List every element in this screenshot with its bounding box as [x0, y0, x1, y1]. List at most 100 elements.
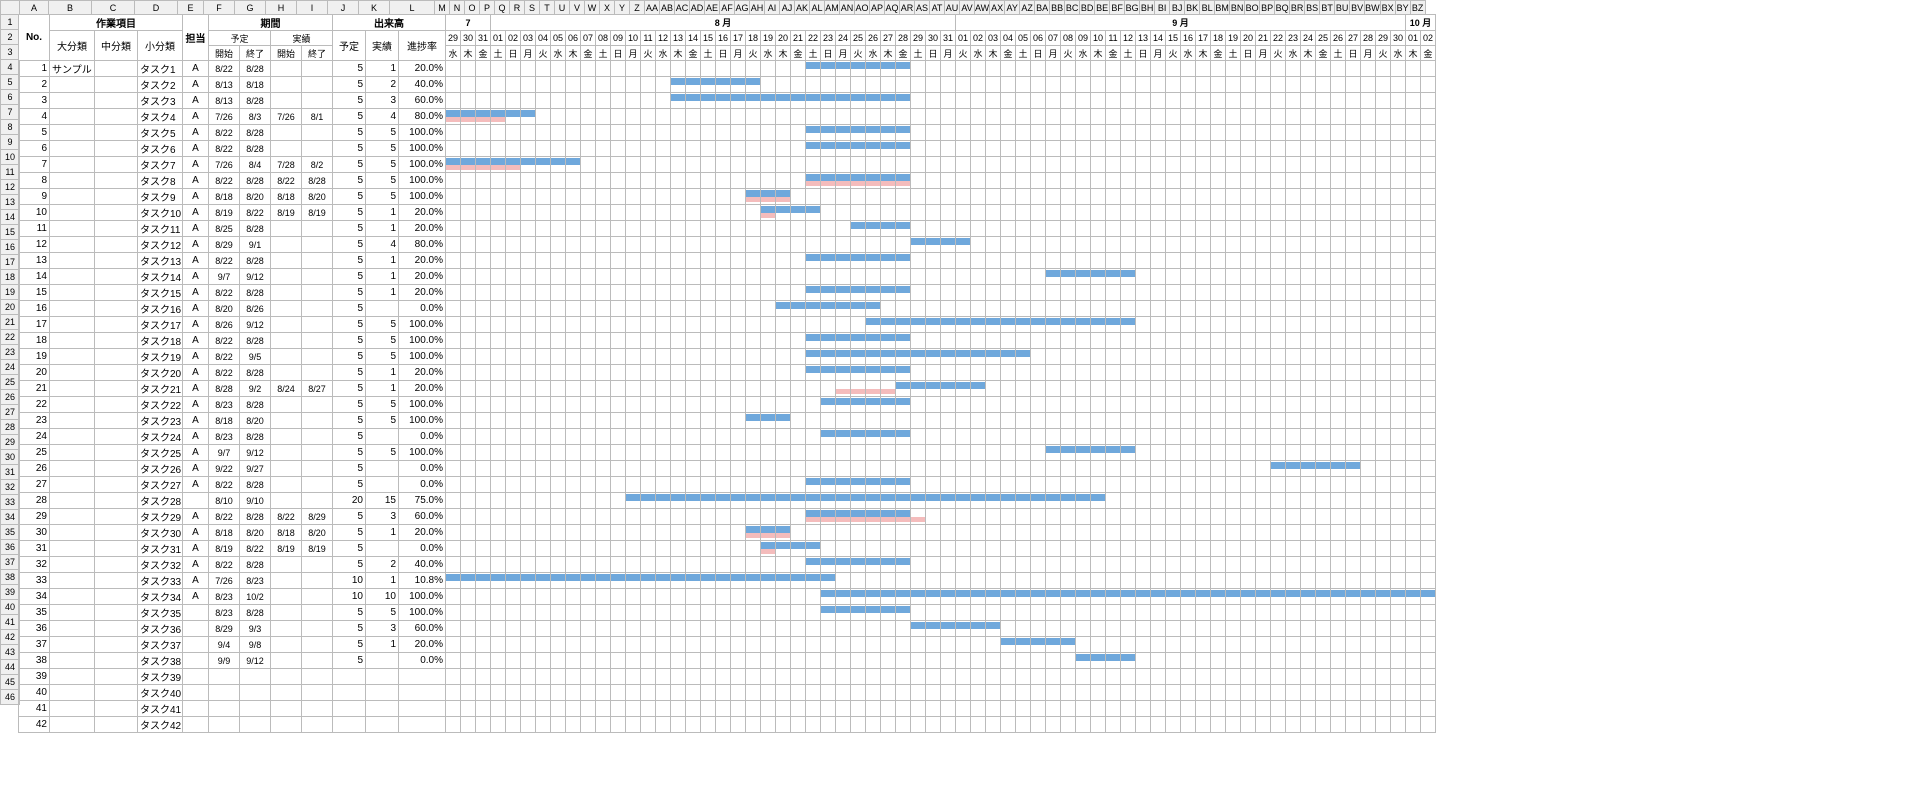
- gantt-cell[interactable]: [446, 701, 461, 717]
- gantt-cell[interactable]: [536, 237, 551, 253]
- gantt-cell[interactable]: [896, 381, 911, 397]
- gantt-cell[interactable]: [1211, 93, 1226, 109]
- gantt-cell[interactable]: [1421, 285, 1436, 301]
- gantt-cell[interactable]: [671, 157, 686, 173]
- gantt-cell[interactable]: [911, 525, 926, 541]
- gantt-cell[interactable]: [1061, 125, 1076, 141]
- gantt-cell[interactable]: [716, 61, 731, 77]
- gantt-cell[interactable]: [1106, 173, 1121, 189]
- gantt-cell[interactable]: [1376, 445, 1391, 461]
- gantt-cell[interactable]: [1091, 637, 1106, 653]
- gantt-cell[interactable]: [1091, 285, 1106, 301]
- cell[interactable]: 5: [366, 317, 399, 333]
- gantt-cell[interactable]: [1271, 701, 1286, 717]
- cell[interactable]: [95, 333, 138, 349]
- gantt-cell[interactable]: [1331, 77, 1346, 93]
- gantt-cell[interactable]: [986, 237, 1001, 253]
- gantt-cell[interactable]: [791, 557, 806, 573]
- gantt-cell[interactable]: [986, 397, 1001, 413]
- gantt-cell[interactable]: [1241, 141, 1256, 157]
- gantt-cell[interactable]: [731, 525, 746, 541]
- gantt-cell[interactable]: [461, 93, 476, 109]
- gantt-cell[interactable]: [701, 429, 716, 445]
- gantt-cell[interactable]: [1151, 525, 1166, 541]
- gantt-cell[interactable]: [971, 509, 986, 525]
- gantt-cell[interactable]: [866, 285, 881, 301]
- cell[interactable]: [271, 61, 302, 77]
- gantt-cell[interactable]: [926, 573, 941, 589]
- gantt-cell[interactable]: [1121, 365, 1136, 381]
- task-row[interactable]: 6タスク6A8/228/2855100.0%: [19, 141, 1436, 157]
- gantt-cell[interactable]: [581, 717, 596, 733]
- cell[interactable]: [95, 413, 138, 429]
- gantt-cell[interactable]: [1121, 525, 1136, 541]
- cell[interactable]: 8/22: [209, 141, 240, 157]
- gantt-cell[interactable]: [971, 141, 986, 157]
- gantt-cell[interactable]: [821, 253, 836, 269]
- cell[interactable]: 8: [19, 173, 50, 189]
- gantt-cell[interactable]: [1016, 237, 1031, 253]
- gantt-cell[interactable]: [1316, 413, 1331, 429]
- gantt-cell[interactable]: [821, 445, 836, 461]
- gantt-cell[interactable]: [1361, 349, 1376, 365]
- gantt-cell[interactable]: [821, 237, 836, 253]
- gantt-cell[interactable]: [866, 157, 881, 173]
- cell[interactable]: 60.0%: [399, 621, 446, 637]
- gantt-cell[interactable]: [626, 397, 641, 413]
- gantt-cell[interactable]: [1331, 637, 1346, 653]
- gantt-cell[interactable]: [1226, 413, 1241, 429]
- cell[interactable]: 8/28: [240, 285, 271, 301]
- gantt-cell[interactable]: [1151, 493, 1166, 509]
- cell[interactable]: 8/23: [209, 589, 240, 605]
- cell[interactable]: [271, 557, 302, 573]
- gantt-cell[interactable]: [1226, 61, 1241, 77]
- gantt-cell[interactable]: [1091, 429, 1106, 445]
- gantt-cell[interactable]: [731, 301, 746, 317]
- gantt-cell[interactable]: [806, 429, 821, 445]
- cell[interactable]: 8/19: [271, 205, 302, 221]
- gantt-cell[interactable]: [581, 477, 596, 493]
- gantt-cell[interactable]: [491, 125, 506, 141]
- gantt-cell[interactable]: [566, 397, 581, 413]
- gantt-cell[interactable]: [1031, 349, 1046, 365]
- gantt-cell[interactable]: [506, 445, 521, 461]
- gantt-cell[interactable]: [656, 621, 671, 637]
- gantt-cell[interactable]: [1316, 397, 1331, 413]
- gantt-cell[interactable]: [731, 349, 746, 365]
- gantt-cell[interactable]: [581, 77, 596, 93]
- gantt-cell[interactable]: [566, 637, 581, 653]
- cell[interactable]: 9/1: [240, 237, 271, 253]
- gantt-cell[interactable]: [716, 189, 731, 205]
- gantt-cell[interactable]: [1076, 445, 1091, 461]
- cell[interactable]: [50, 157, 95, 173]
- gantt-cell[interactable]: [671, 669, 686, 685]
- cell[interactable]: 5: [333, 221, 366, 237]
- gantt-cell[interactable]: [1211, 365, 1226, 381]
- gantt-cell[interactable]: [701, 141, 716, 157]
- gantt-cell[interactable]: [1346, 381, 1361, 397]
- gantt-cell[interactable]: [1211, 557, 1226, 573]
- gantt-cell[interactable]: [1091, 589, 1106, 605]
- gantt-cell[interactable]: [791, 573, 806, 589]
- gantt-cell[interactable]: [896, 141, 911, 157]
- gantt-cell[interactable]: [1211, 589, 1226, 605]
- gantt-cell[interactable]: [1226, 477, 1241, 493]
- gantt-cell[interactable]: [551, 205, 566, 221]
- cell[interactable]: 60.0%: [399, 93, 446, 109]
- gantt-cell[interactable]: [1136, 477, 1151, 493]
- gantt-cell[interactable]: [1241, 317, 1256, 333]
- gantt-cell[interactable]: [731, 637, 746, 653]
- gantt-cell[interactable]: [566, 557, 581, 573]
- gantt-cell[interactable]: [461, 461, 476, 477]
- gantt-cell[interactable]: [716, 589, 731, 605]
- gantt-cell[interactable]: [521, 285, 536, 301]
- gantt-cell[interactable]: [1211, 621, 1226, 637]
- gantt-cell[interactable]: [746, 125, 761, 141]
- gantt-cell[interactable]: [581, 93, 596, 109]
- gantt-cell[interactable]: [1301, 333, 1316, 349]
- gantt-cell[interactable]: [1151, 717, 1166, 733]
- gantt-cell[interactable]: [776, 93, 791, 109]
- gantt-cell[interactable]: [1136, 93, 1151, 109]
- gantt-cell[interactable]: [1001, 141, 1016, 157]
- gantt-cell[interactable]: [551, 397, 566, 413]
